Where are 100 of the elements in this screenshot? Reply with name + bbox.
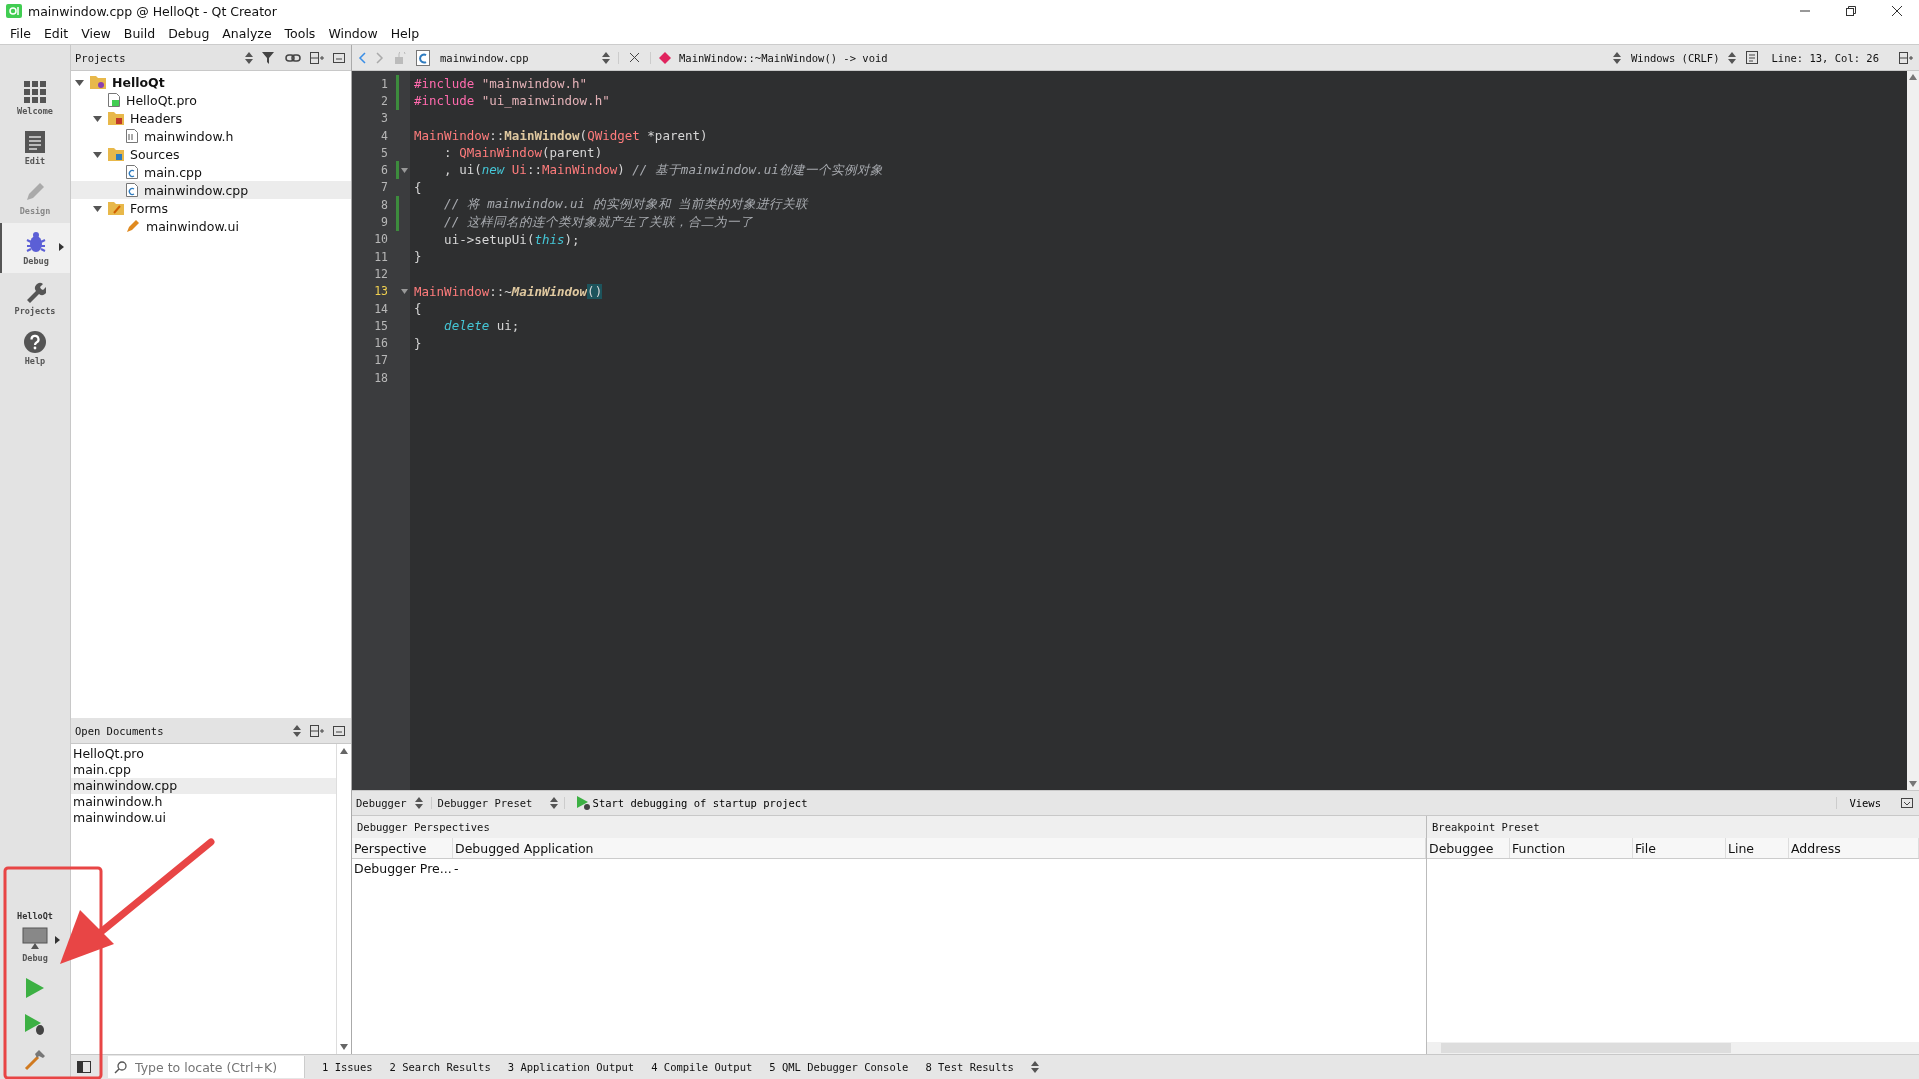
debugger-dropdown[interactable]: Debugger bbox=[356, 797, 423, 809]
mode-button[interactable]: Edit bbox=[0, 123, 70, 173]
menu-item[interactable]: Window bbox=[328, 25, 378, 41]
column-header[interactable]: Function bbox=[1510, 838, 1633, 858]
scrollbar[interactable] bbox=[336, 744, 351, 1054]
menu-item[interactable]: Analyze bbox=[222, 25, 272, 41]
scroll-down-icon[interactable] bbox=[340, 1044, 348, 1050]
tree-item[interactable]: main.cpp bbox=[71, 163, 351, 181]
start-debugging-button[interactable]: Start debugging of startup project bbox=[572, 796, 812, 810]
column-header[interactable]: Debugged Application bbox=[453, 838, 1426, 858]
column-header[interactable]: Address bbox=[1789, 838, 1919, 858]
output-tab[interactable]: 4 Compile Output bbox=[651, 1061, 753, 1073]
folder-gear-icon bbox=[90, 75, 106, 89]
expand-arrow-icon[interactable] bbox=[93, 203, 102, 213]
tree-item[interactable]: mainwindow.ui bbox=[71, 217, 351, 235]
fold-arrow-icon[interactable] bbox=[401, 288, 408, 294]
close-panel-icon[interactable] bbox=[333, 725, 345, 736]
document-item[interactable]: mainwindow.h bbox=[71, 794, 336, 810]
split-icon[interactable] bbox=[310, 724, 324, 737]
locator-field[interactable]: Type to locate (Ctrl+K) bbox=[108, 1056, 305, 1078]
menu-item[interactable]: Build bbox=[123, 25, 156, 41]
folder-icon bbox=[108, 111, 124, 125]
tree-item-label: Sources bbox=[130, 146, 180, 162]
column-header[interactable]: Line bbox=[1726, 838, 1789, 858]
tree-item[interactable]: Forms bbox=[71, 199, 351, 217]
output-tab[interactable]: 5 QML Debugger Console bbox=[769, 1061, 909, 1073]
code-line: MainWindow::MainWindow(QWidget *parent) bbox=[414, 128, 708, 144]
sidebar-toggle-icon[interactable] bbox=[77, 1061, 91, 1073]
spinner-arrows-icon bbox=[245, 51, 253, 64]
pane-title: Debugger Perspectives bbox=[352, 816, 1426, 838]
close-icon[interactable] bbox=[1891, 5, 1903, 17]
code-line: MainWindow::~MainWindow() bbox=[414, 283, 603, 299]
code-line: } bbox=[414, 335, 422, 351]
output-tab[interactable]: 2 Search Results bbox=[389, 1061, 491, 1073]
line-number: 5 bbox=[380, 145, 388, 160]
preset-dropdown[interactable]: Debugger Preset bbox=[430, 797, 565, 809]
views-button[interactable]: Views bbox=[1836, 797, 1893, 809]
expand-arrow-icon[interactable] bbox=[93, 149, 102, 159]
hammer-icon[interactable] bbox=[24, 1049, 46, 1071]
output-tab[interactable]: 1 Issues bbox=[322, 1061, 373, 1073]
symbol-dropdown[interactable]: MainWindow::~MainWindow() -> void bbox=[650, 51, 888, 64]
document-item[interactable]: main.cpp bbox=[71, 762, 336, 778]
cpp-file-icon bbox=[416, 49, 430, 66]
output-tab[interactable]: 8 Test Results bbox=[925, 1061, 1014, 1073]
tree-item[interactable]: mainwindow.cpp bbox=[71, 181, 351, 199]
tree-item[interactable]: Sources bbox=[71, 145, 351, 163]
column-header[interactable]: File bbox=[1633, 838, 1726, 858]
lock-icon bbox=[394, 51, 406, 64]
table-cell-text: - bbox=[453, 860, 460, 876]
close-panel-icon[interactable] bbox=[1901, 798, 1913, 808]
file-dropdown[interactable]: mainwindow.cpp bbox=[440, 51, 619, 64]
document-item[interactable]: mainwindow.cpp bbox=[71, 778, 336, 794]
document-item[interactable]: HelloQt.pro bbox=[71, 746, 336, 762]
debug-run-icon[interactable] bbox=[24, 1013, 46, 1035]
link-icon[interactable] bbox=[285, 52, 301, 63]
close-panel-icon[interactable] bbox=[333, 52, 345, 63]
output-tab[interactable]: 3 Application Output bbox=[507, 1061, 635, 1073]
menu-item[interactable]: Tools bbox=[284, 25, 316, 41]
menu-item[interactable]: Help bbox=[390, 25, 420, 41]
tree-item[interactable]: HelloQt bbox=[71, 73, 351, 91]
mode-button[interactable]: Projects bbox=[0, 273, 70, 323]
code-line: , ui(new Ui::MainWindow) // 基于mainwindow.ui创建一个实例对象 bbox=[443, 161, 883, 179]
line-number: 8 bbox=[380, 197, 388, 212]
expand-arrow-icon[interactable] bbox=[93, 113, 102, 123]
document-item[interactable]: mainwindow.ui bbox=[71, 810, 336, 826]
scrollbar[interactable] bbox=[1907, 71, 1919, 790]
menu-item[interactable]: Debug bbox=[168, 25, 210, 41]
spinner-arrows-icon bbox=[549, 797, 558, 809]
filter-icon[interactable] bbox=[262, 51, 276, 64]
mode-button[interactable]: Welcome bbox=[0, 73, 70, 123]
column-header[interactable]: Debuggee bbox=[1427, 838, 1510, 858]
fold-arrow-icon[interactable] bbox=[401, 167, 408, 173]
tree-item[interactable]: mainwindow.h bbox=[71, 127, 351, 145]
tree-item[interactable]: HelloQt.pro bbox=[71, 91, 351, 109]
mode-button[interactable]: Debug bbox=[0, 223, 70, 273]
mode-button[interactable]: Help bbox=[0, 323, 70, 373]
file-icon bbox=[126, 129, 138, 143]
close-icon[interactable] bbox=[629, 52, 640, 63]
split-icon[interactable] bbox=[310, 51, 324, 64]
column-header[interactable]: Perspective bbox=[352, 838, 453, 858]
line-number: 2 bbox=[380, 93, 388, 108]
line-number: 6 bbox=[380, 163, 388, 178]
menu-item[interactable]: Edit bbox=[43, 25, 69, 41]
scroll-down-icon[interactable] bbox=[1909, 781, 1917, 787]
scroll-up-icon[interactable] bbox=[1909, 74, 1917, 80]
scroll-up-icon[interactable] bbox=[340, 748, 348, 754]
line-ending-dropdown[interactable]: Windows (CRLF) bbox=[1631, 51, 1736, 64]
expand-arrow-icon[interactable] bbox=[75, 77, 84, 87]
tree-item-label: HelloQt bbox=[112, 74, 165, 90]
kit-selector[interactable]: Debug bbox=[22, 927, 48, 963]
restore-icon[interactable] bbox=[1845, 5, 1857, 17]
split-icon[interactable] bbox=[1899, 51, 1913, 64]
code-line: ui->setupUi(this); bbox=[443, 231, 580, 247]
file-icon bbox=[126, 183, 138, 197]
tree-item[interactable]: Headers bbox=[71, 109, 351, 127]
code-line: // 这样同名的连个类对象就产生了关联，合二为一了 bbox=[443, 213, 753, 231]
menu-item[interactable]: File bbox=[10, 25, 31, 41]
menu-item[interactable]: View bbox=[81, 25, 111, 41]
scrollbar[interactable] bbox=[1427, 1042, 1919, 1054]
line-number: 3 bbox=[380, 111, 388, 126]
